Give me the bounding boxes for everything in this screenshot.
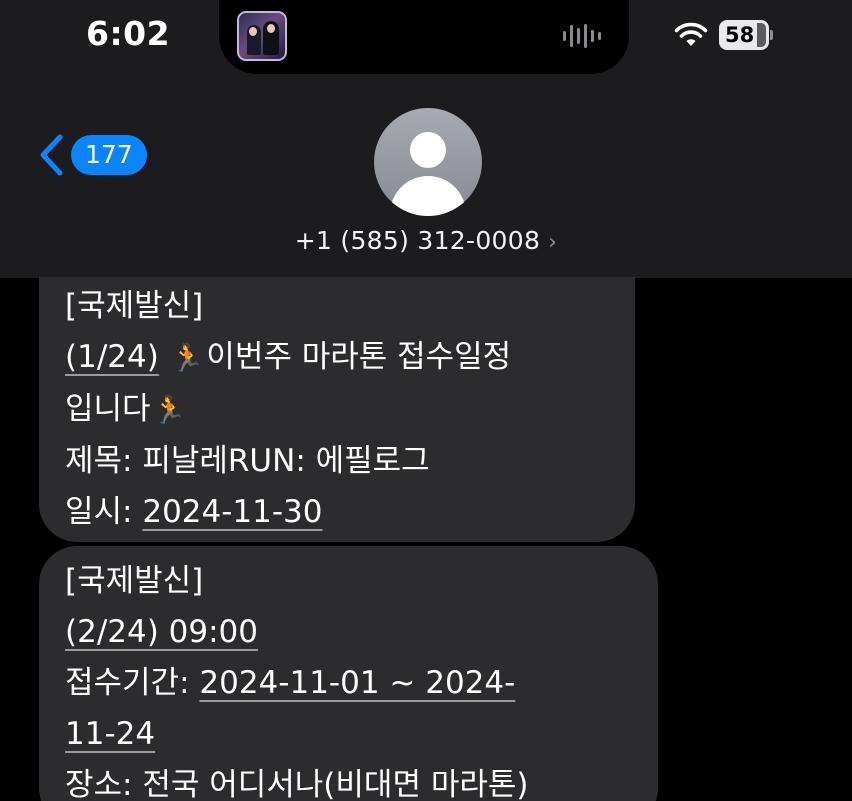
date-link[interactable]: 2024-11-30 (142, 494, 322, 530)
chevron-left-icon (40, 134, 63, 176)
status-time: 6:02 (86, 14, 171, 53)
message-line: (1/24) 🏃이번주 마라톤 접수일정 (65, 339, 512, 375)
message-line: [국제발신] (65, 563, 204, 599)
unread-count-badge: 177 (71, 135, 147, 175)
contact-details-link[interactable]: +1 (585) 312-0008 › (0, 226, 852, 255)
runner-emoji: 🏃 (170, 343, 205, 374)
date-link[interactable]: (2/24) 09:00 (65, 614, 258, 650)
message-line: 장소: 전국 어디서나(비대면 마라톤) (65, 767, 529, 801)
messages-screen: 6:02 58 177 +1 (585) 312-0008 › [국제발신] (… (0, 0, 852, 801)
message-line: 일시: 2024-11-30 (65, 494, 323, 530)
date-link[interactable]: 2024-11-01 ~ 2024- (199, 665, 515, 701)
runner-emoji: 🏃 (152, 395, 187, 426)
chevron-right-icon: › (548, 230, 558, 255)
battery-level: 58 (725, 23, 755, 47)
date-link[interactable]: (1/24) (65, 339, 159, 375)
message-bubble[interactable]: [국제발신] (1/24) 🏃이번주 마라톤 접수일정 입니다🏃 제목: 피날레… (39, 277, 635, 542)
message-bubble[interactable]: [국제발신] (2/24) 09:00 접수기간: 2024-11-01 ~ 2… (39, 546, 658, 801)
message-line: [국제발신] (65, 288, 204, 324)
conversation-header: 6:02 58 177 +1 (585) 312-0008 › (0, 0, 852, 278)
date-link[interactable]: 11-24 (65, 716, 155, 752)
wifi-icon (674, 22, 708, 46)
message-line: 접수기간: 2024-11-01 ~ 2024- (65, 665, 516, 701)
message-line: 제목: 피날레RUN: 에필로그 (65, 443, 430, 479)
back-button[interactable]: 177 (36, 131, 147, 179)
message-line: 입니다🏃 (65, 391, 187, 427)
message-line: 11-24 (65, 709, 632, 760)
contact-avatar[interactable] (374, 108, 482, 216)
contact-number: +1 (585) 312-0008 (294, 226, 541, 255)
now-playing-artwork[interactable] (237, 11, 287, 61)
audio-waveform-icon (563, 24, 613, 50)
battery-icon: 58 (719, 20, 773, 50)
message-line: (2/24) 09:00 (65, 607, 632, 658)
